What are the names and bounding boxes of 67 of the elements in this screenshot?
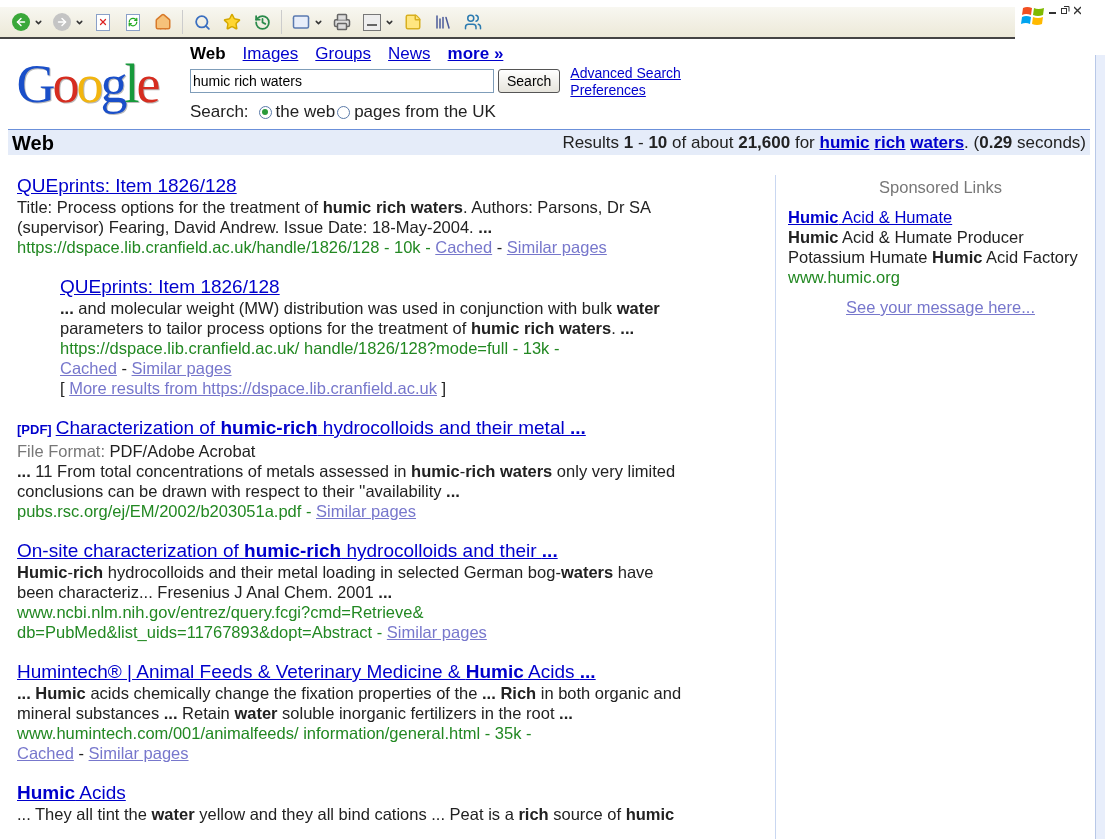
- query-link[interactable]: rich: [874, 132, 906, 152]
- radio-button[interactable]: [258, 105, 272, 119]
- scope-radio[interactable]: the web: [254, 99, 336, 125]
- search-link[interactable]: Advanced Search: [570, 65, 681, 82]
- result-url: pubs.rsc.org/ej/EM/2002/b203051a.pdf -: [17, 502, 312, 520]
- ad-text: Potassium Humate Humic Acid Factory: [788, 247, 1079, 267]
- result-snippet: Title: Process options for the treatment of humic rich waters. Authors: Parsons, Dr SA (supervisor) Fearing, David Andrew. Issue Date: 18-May-2004. ...: [17, 197, 652, 237]
- scrollbar[interactable]: [1095, 55, 1105, 839]
- link-separator: -: [78, 744, 84, 762]
- section-title: Web: [12, 130, 54, 156]
- result-link[interactable]: Cached: [435, 238, 493, 256]
- radio-button[interactable]: [337, 105, 351, 119]
- result-title-link[interactable]: On-site characterization of humic-rich hydrocolloids and their ...: [17, 540, 558, 561]
- ad-text: Humic Acid & Humate Producer: [788, 227, 1025, 247]
- result-title-link[interactable]: QUEprints: Item 1826/128: [60, 276, 280, 297]
- result-link[interactable]: Cached: [60, 359, 117, 377]
- star-icon[interactable]: [221, 11, 243, 33]
- restore-icon[interactable]: [1061, 5, 1070, 15]
- results-summary: Results 1 - 10 of about 21,600 for humic rich waters. (0.29 seconds): [562, 131, 1086, 154]
- result-link[interactable]: Similar pages: [386, 623, 487, 641]
- result-snippet: ... Humic acids chemically change the fixation properties of the ... Rich in both organic and mineral substances ... Retain water soluble inorganic fertilizers in the root ...: [17, 683, 683, 723]
- google-logo[interactable]: Google: [0, 47, 160, 121]
- advertise-link[interactable]: See your message here...: [846, 298, 1035, 316]
- bracket: ]: [441, 379, 447, 397]
- result-link[interactable]: Similar pages: [506, 238, 607, 256]
- result-title-link[interactable]: Humintech® | Animal Feeds & Veterinary Medicine & Humic Acids ...: [17, 661, 596, 682]
- result-title-link[interactable]: Humic Acids: [17, 782, 126, 803]
- result-snippet: Humic-rich hydrocolloids and their metal loading in selected German bog-waters have been characteriz... Fresenius J Anal Chem. 2001 ...: [17, 562, 655, 602]
- ad-url: www.humic.org: [788, 267, 901, 287]
- more-results-link[interactable]: More results from https://dspace.lib.cranfield.ac.uk: [69, 379, 437, 397]
- result-link[interactable]: Cached: [17, 744, 74, 762]
- result-link[interactable]: Similar pages: [88, 744, 189, 762]
- search-field[interactable]: humic rich waters: [190, 69, 494, 93]
- result-url: www.ncbi.nlm.nih.gov/entrez/query.fcgi?cmd=Retrieve&: [17, 603, 424, 621]
- bracket: [: [60, 379, 65, 397]
- windows-logo-icon: [1021, 5, 1045, 27]
- link-separator: -: [496, 238, 503, 256]
- query-link[interactable]: waters: [910, 132, 965, 152]
- result-url: www.humintech.com/001/animalfeeds/ information/general.html - 35k -: [17, 724, 532, 742]
- result-snippet: ... 11 From total concentrations of metals assessed in humic-rich waters only very limited conclusions can be drawn with respect to their ''availability ...: [17, 461, 677, 501]
- result-snippet: ... and molecular weight (MW) distribution was used in conjunction with bulk water parameters to tailor process options for the treatment of humic rich waters. ...: [60, 298, 661, 338]
- printer-icon[interactable]: [331, 11, 353, 33]
- nav-tab[interactable]: more »: [447, 41, 504, 67]
- close-icon[interactable]: [1074, 5, 1081, 15]
- query-link[interactable]: humic: [819, 132, 870, 152]
- file-format: File Format: PDF/Adobe Acrobat: [17, 441, 257, 461]
- nav-tab[interactable]: Web: [190, 41, 226, 67]
- document-icon[interactable]: [361, 11, 383, 33]
- search-link[interactable]: Preferences: [570, 82, 681, 99]
- result-title-link[interactable]: QUEprints: Item 1826/128: [17, 175, 237, 196]
- nav-tab[interactable]: News: [388, 41, 431, 67]
- result-snippet: ... They all tint the water yellow and they all bind cations ... Peat is a rich source of humic: [17, 804, 676, 824]
- search-button[interactable]: Search: [498, 69, 561, 93]
- result-url: https://dspace.lib.cranfield.ac.uk/handle/1826/128 - 10k -: [17, 238, 431, 256]
- file-type-label: [PDF]: [17, 422, 52, 437]
- result-url: db=PubMed&list_uids=11767893&dopt=Abstract -: [17, 623, 383, 641]
- nav-tab[interactable]: Groups: [315, 41, 372, 67]
- result-url: https://dspace.lib.cranfield.ac.uk/ handle/1826/128?mode=full - 13k -: [60, 339, 560, 357]
- result-link[interactable]: Similar pages: [131, 359, 232, 377]
- result-link[interactable]: Similar pages: [316, 502, 416, 520]
- nav-tab[interactable]: Images: [242, 41, 299, 67]
- search-scope-label: Search:: [190, 101, 249, 124]
- ad-title-link[interactable]: Humic Acid & Humate: [788, 208, 953, 226]
- link-separator: -: [121, 359, 127, 377]
- scope-radio[interactable]: pages from the UK: [337, 99, 496, 125]
- result-title-link[interactable]: Characterization of humic-rich hydrocolloids and their metal ...: [55, 417, 586, 438]
- sponsored-heading: Sponsored Links: [878, 177, 1003, 197]
